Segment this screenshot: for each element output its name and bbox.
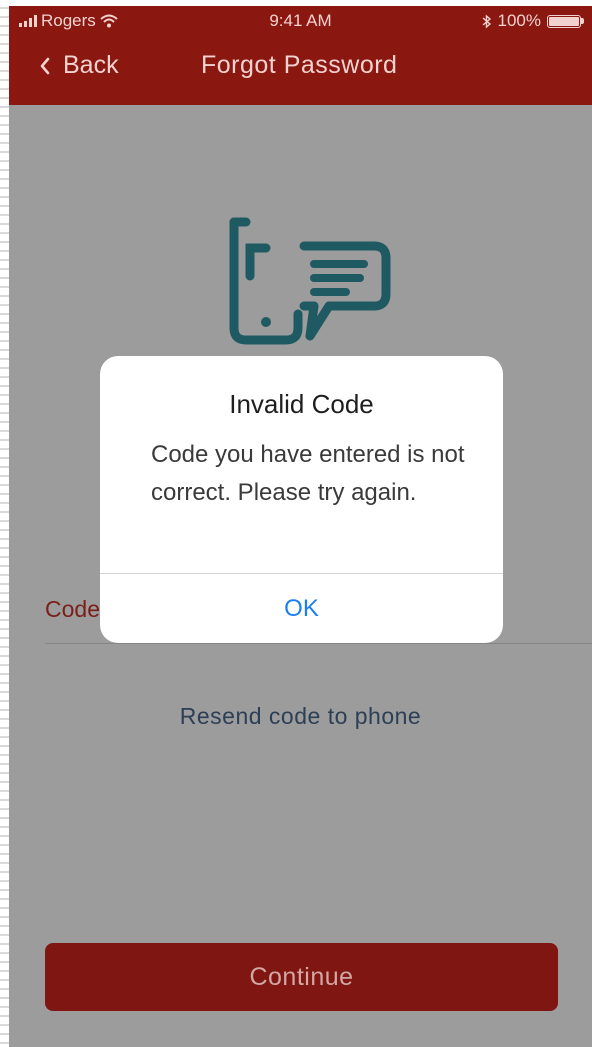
code-field-label: Code: [45, 596, 100, 622]
alert-title: Invalid Code: [229, 389, 374, 419]
page-edge: [0, 0, 9, 1047]
nav-bar: Rogers 9:41 AM 100% Back Forgot Password: [9, 6, 592, 105]
alert-ok-button[interactable]: OK: [100, 574, 503, 643]
status-right: 100%: [482, 11, 584, 31]
continue-button[interactable]: Continue: [45, 943, 558, 1011]
chevron-left-icon: [40, 57, 50, 74]
resend-code-link[interactable]: Resend code to phone: [9, 703, 592, 730]
battery-icon: [547, 14, 581, 28]
back-label: Back: [63, 51, 119, 79]
phone-screen: Rogers 9:41 AM 100% Back Forgot Password…: [9, 6, 592, 1047]
alert-message: Code you have entered is not correct. Pl…: [151, 441, 465, 506]
battery-percent: 100%: [497, 11, 541, 30]
code-input-underline[interactable]: [45, 643, 592, 644]
bluetooth-icon: [482, 13, 491, 29]
status-bar: Rogers 9:41 AM 100%: [9, 6, 592, 36]
phone-chat-icon: [229, 217, 391, 345]
back-button[interactable]: Back: [39, 51, 119, 80]
page-title: Forgot Password: [201, 51, 398, 79]
invalid-code-alert: Invalid Code Code you have entered is no…: [100, 356, 503, 643]
